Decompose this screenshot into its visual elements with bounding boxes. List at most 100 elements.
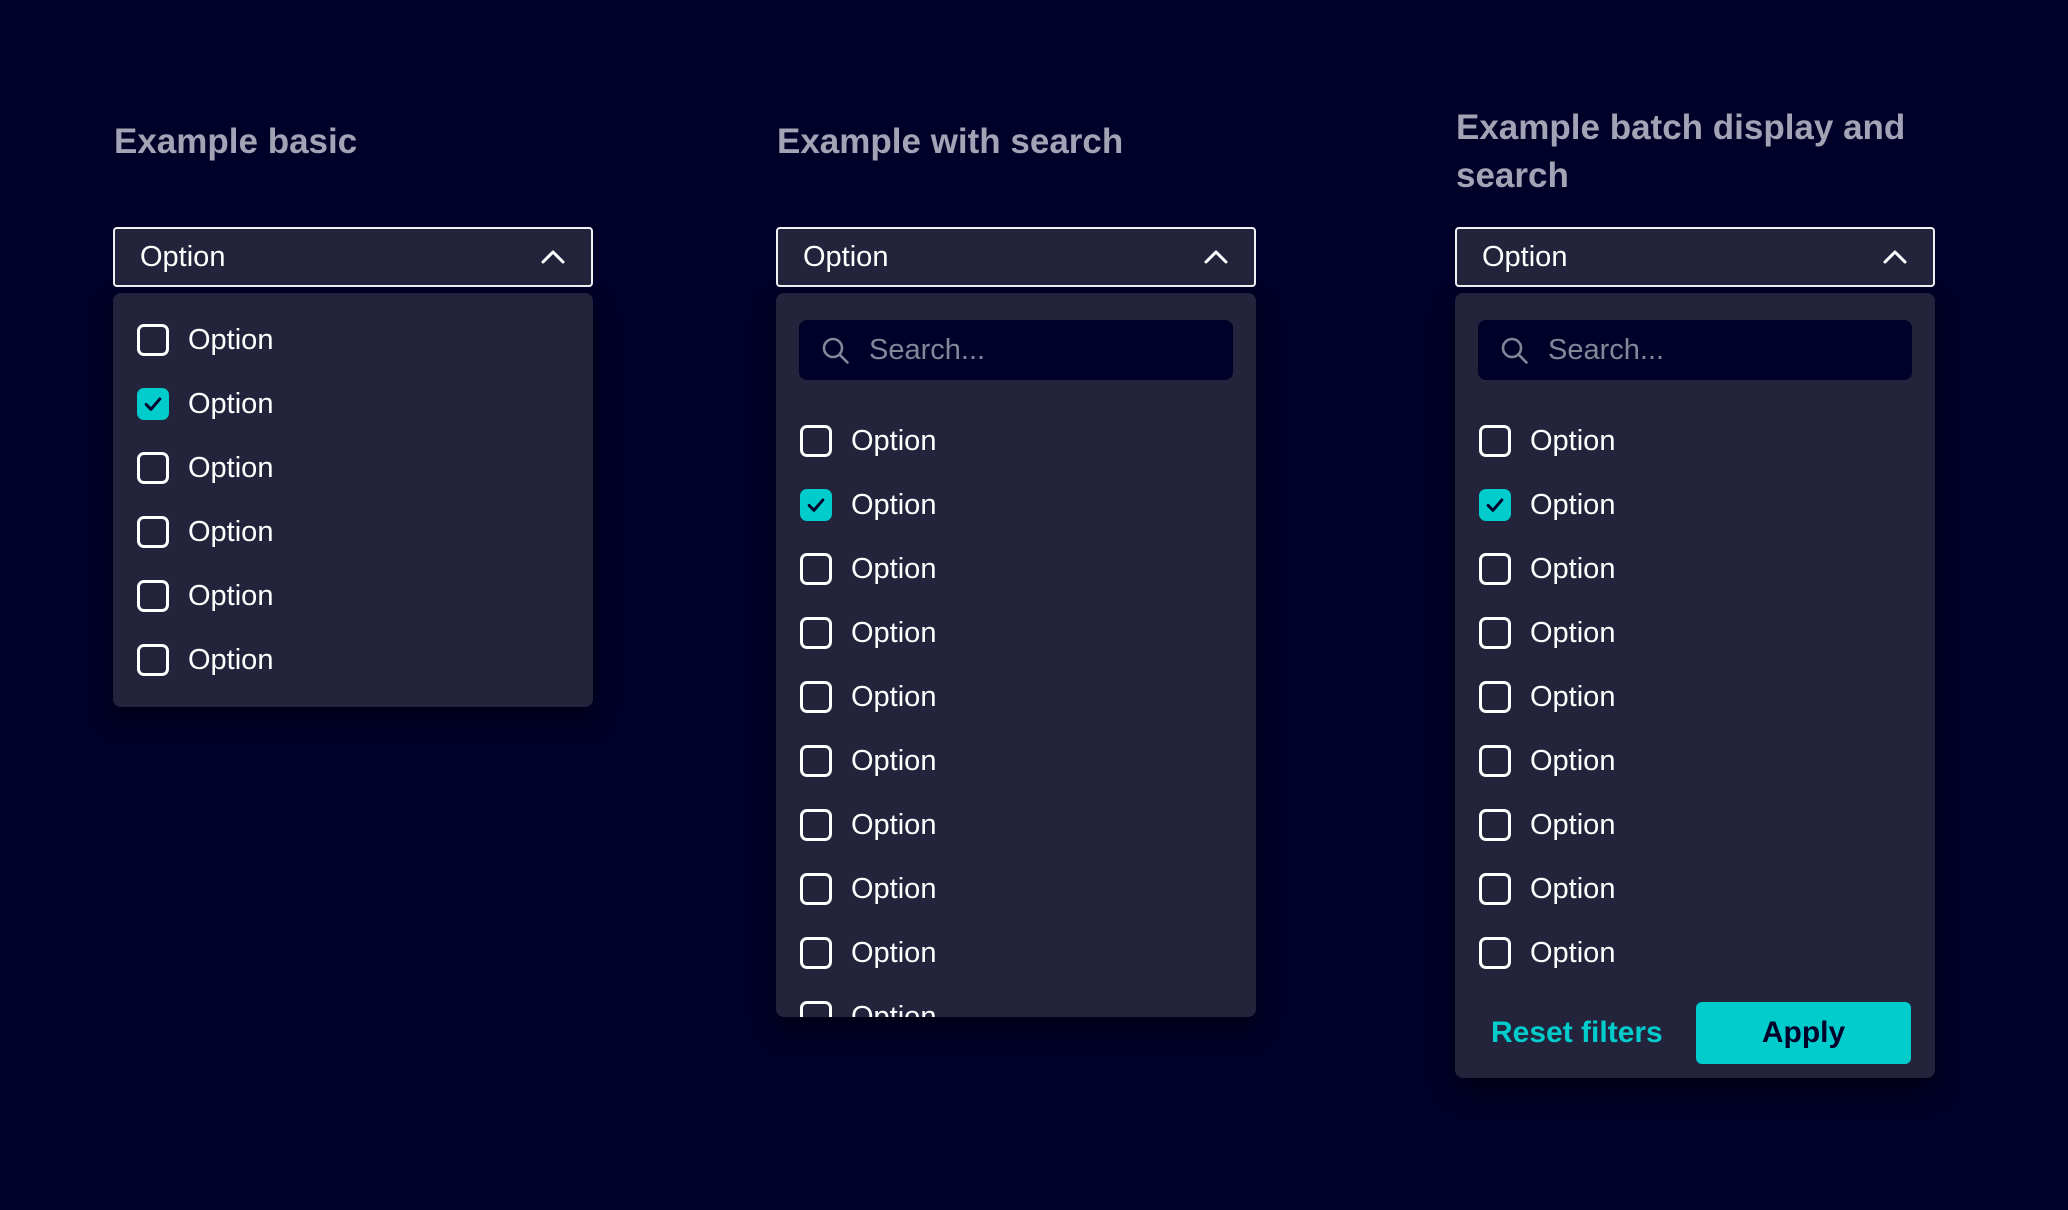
option-label: Option — [188, 324, 273, 357]
dropdown-selected-value: Option — [140, 241, 225, 274]
options-list: Option Option Option — [1455, 409, 1935, 985]
checkbox[interactable] — [800, 1001, 832, 1017]
reset-filters-button[interactable]: Reset filters — [1491, 1016, 1663, 1050]
chevron-up-icon — [1882, 249, 1908, 265]
option-row[interactable]: Option — [113, 628, 593, 692]
apply-button[interactable]: Apply — [1696, 1002, 1911, 1064]
option-row[interactable]: Option — [776, 857, 1256, 921]
checkbox[interactable] — [1479, 681, 1511, 713]
checkbox[interactable] — [1479, 425, 1511, 457]
chevron-up-icon — [1203, 249, 1229, 265]
section-title: Example basic — [114, 118, 594, 166]
option-label: Option — [1530, 937, 1615, 970]
option-row[interactable]: Option — [113, 564, 593, 628]
option-row[interactable]: Option — [776, 985, 1256, 1017]
option-row[interactable]: Option — [113, 436, 593, 500]
option-label: Option — [188, 580, 273, 613]
chevron-up-icon — [540, 249, 566, 265]
option-row[interactable]: Option — [113, 372, 593, 436]
option-label: Option — [1530, 745, 1615, 778]
option-label: Option — [851, 617, 936, 650]
option-row[interactable]: Option — [1455, 537, 1935, 601]
checkbox[interactable] — [800, 553, 832, 585]
option-row[interactable]: Option — [776, 473, 1256, 537]
checkbox[interactable] — [1479, 489, 1511, 521]
option-row[interactable]: Option — [1455, 793, 1935, 857]
option-label: Option — [1530, 553, 1615, 586]
checkbox[interactable] — [800, 425, 832, 457]
options-list: Option Option Option — [113, 308, 593, 692]
checkbox[interactable] — [137, 388, 169, 420]
option-row[interactable]: Option — [113, 500, 593, 564]
option-label: Option — [851, 553, 936, 586]
checkbox[interactable] — [800, 617, 832, 649]
option-label: Option — [188, 452, 273, 485]
option-row[interactable]: Option — [776, 537, 1256, 601]
option-row[interactable]: Option — [113, 308, 593, 372]
dropdown-trigger[interactable]: Option — [1455, 227, 1935, 287]
option-row[interactable]: Option — [1455, 601, 1935, 665]
checkbox[interactable] — [1479, 873, 1511, 905]
checkbox[interactable] — [800, 937, 832, 969]
search-icon — [1499, 335, 1530, 366]
checkbox[interactable] — [137, 644, 169, 676]
checkbox[interactable] — [800, 873, 832, 905]
checkbox[interactable] — [1479, 553, 1511, 585]
dropdown-panel: Option Option Option — [776, 293, 1256, 1017]
search-input[interactable] — [867, 333, 1212, 368]
option-label: Option — [851, 681, 936, 714]
option-label: Option — [188, 516, 273, 549]
option-label: Option — [851, 809, 936, 842]
option-label: Option — [851, 937, 936, 970]
checkbox[interactable] — [1479, 617, 1511, 649]
checkmark-icon — [142, 393, 164, 415]
option-row[interactable]: Option — [776, 409, 1256, 473]
checkbox[interactable] — [137, 324, 169, 356]
search-input[interactable] — [1546, 333, 1891, 368]
checkbox[interactable] — [1479, 937, 1511, 969]
checkbox[interactable] — [800, 681, 832, 713]
option-row[interactable]: Option — [1455, 729, 1935, 793]
option-row[interactable]: Option — [1455, 857, 1935, 921]
option-label: Option — [1530, 809, 1615, 842]
option-row[interactable]: Option — [776, 601, 1256, 665]
checkbox[interactable] — [137, 516, 169, 548]
section-title: Example with search — [777, 118, 1257, 166]
option-label: Option — [851, 425, 936, 458]
search-field[interactable] — [1478, 320, 1912, 380]
option-row[interactable]: Option — [1455, 921, 1935, 985]
option-row[interactable]: Option — [1455, 665, 1935, 729]
option-label: Option — [1530, 681, 1615, 714]
options-list: Option Option Option — [776, 409, 1256, 1017]
dropdown-panel: Option Option Option — [1455, 293, 1935, 1078]
checkbox[interactable] — [1479, 809, 1511, 841]
option-label: Option — [851, 489, 936, 522]
checkbox[interactable] — [800, 489, 832, 521]
option-row[interactable]: Option — [776, 729, 1256, 793]
option-row[interactable]: Option — [776, 793, 1256, 857]
dropdown-trigger[interactable]: Option — [113, 227, 593, 287]
option-row[interactable]: Option — [776, 921, 1256, 985]
option-label: Option — [188, 644, 273, 677]
checkmark-icon — [805, 494, 827, 516]
option-label: Option — [1530, 425, 1615, 458]
option-label: Option — [851, 873, 936, 906]
option-label: Option — [1530, 489, 1615, 522]
panel-footer: Reset filters Apply — [1455, 1002, 1935, 1064]
checkbox[interactable] — [800, 745, 832, 777]
checkbox[interactable] — [1479, 745, 1511, 777]
option-label: Option — [188, 388, 273, 421]
option-row[interactable]: Option — [1455, 473, 1935, 537]
checkbox[interactable] — [800, 809, 832, 841]
option-row[interactable]: Option — [1455, 409, 1935, 473]
dropdown-selected-value: Option — [803, 241, 888, 274]
search-field[interactable] — [799, 320, 1233, 380]
dropdown-selected-value: Option — [1482, 241, 1567, 274]
option-label: Option — [1530, 873, 1615, 906]
option-row[interactable]: Option — [776, 665, 1256, 729]
dropdown-panel: Option Option Option — [113, 293, 593, 707]
checkbox[interactable] — [137, 452, 169, 484]
option-label: Option — [851, 745, 936, 778]
checkbox[interactable] — [137, 580, 169, 612]
dropdown-trigger[interactable]: Option — [776, 227, 1256, 287]
